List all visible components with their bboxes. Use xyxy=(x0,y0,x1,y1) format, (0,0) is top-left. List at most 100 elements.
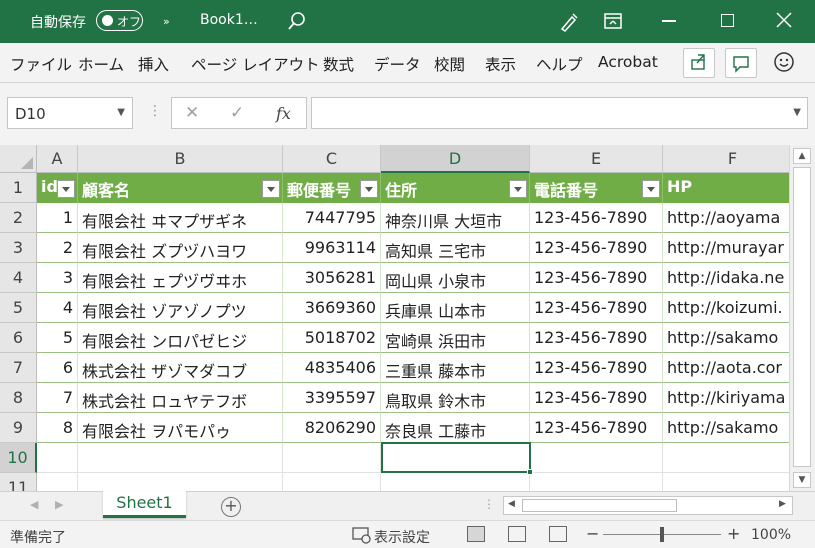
feedback-smiley-icon[interactable] xyxy=(773,51,795,76)
table-cell[interactable]: 有限会社 ズプヅハヨワ xyxy=(78,233,283,263)
scroll-up-icon[interactable]: ▲ xyxy=(793,148,811,164)
formula-input[interactable]: ▼ xyxy=(311,97,808,129)
row-header-11[interactable]: 11 xyxy=(0,473,37,491)
table-cell[interactable]: 3 xyxy=(37,263,78,293)
tab-home[interactable]: ホーム xyxy=(78,53,124,75)
vertical-scroll-thumb[interactable] xyxy=(793,167,811,467)
table-cell[interactable]: 2 xyxy=(37,233,78,263)
select-all-corner[interactable] xyxy=(0,145,37,173)
drag-handle-icon[interactable]: ⋮ xyxy=(148,103,162,119)
column-header-b[interactable]: B xyxy=(78,145,283,173)
empty-cell[interactable] xyxy=(381,473,530,491)
table-cell[interactable]: http://aota.cor xyxy=(663,353,789,383)
table-cell[interactable]: 123-456-7890 xyxy=(530,323,663,353)
table-cell[interactable]: 7 xyxy=(37,383,78,413)
table-cell[interactable]: 株式会社 ザゾマダコブ xyxy=(78,353,283,383)
table-cell[interactable]: 123-456-7890 xyxy=(530,413,663,443)
scroll-down-icon[interactable]: ▼ xyxy=(793,472,811,488)
customize-qat-icon[interactable]: » xyxy=(163,14,170,30)
cancel-icon[interactable]: ✕ xyxy=(185,103,199,123)
column-header-e[interactable]: E xyxy=(530,145,663,173)
table-cell[interactable]: http://murayar xyxy=(663,233,789,263)
tab-split-handle-icon[interactable]: ⋮ xyxy=(483,497,495,511)
table-cell[interactable]: 3669360 xyxy=(283,293,381,323)
close-icon[interactable] xyxy=(774,10,794,33)
table-cell[interactable]: 有限会社 ヰマプザギネ xyxy=(78,203,283,233)
maximize-icon[interactable] xyxy=(721,14,734,27)
table-cell[interactable]: 株式会社 ロュヤテフボ xyxy=(78,383,283,413)
zoom-slider-handle[interactable] xyxy=(660,527,664,542)
filter-dropdown-icon[interactable] xyxy=(509,180,527,198)
table-header-cell[interactable]: 住所 xyxy=(381,173,530,203)
empty-cell[interactable] xyxy=(663,443,789,473)
insert-function-icon[interactable]: fx xyxy=(276,104,291,123)
page-break-view-icon[interactable] xyxy=(549,526,567,542)
table-cell[interactable]: 奈良県 工藤市 xyxy=(381,413,530,443)
coauthor-pen-icon[interactable] xyxy=(558,11,580,36)
filter-dropdown-icon[interactable] xyxy=(57,180,75,198)
empty-cell[interactable] xyxy=(283,443,381,473)
add-sheet-icon[interactable]: + xyxy=(221,497,241,517)
empty-cell[interactable] xyxy=(283,473,381,491)
table-cell[interactable]: http://aoyama xyxy=(663,203,789,233)
prev-sheet-icon[interactable]: ◀ xyxy=(30,498,38,511)
tab-page-layout[interactable]: ページ レイアウト xyxy=(191,53,320,75)
zoom-in-icon[interactable]: + xyxy=(727,524,740,543)
chevron-down-icon[interactable]: ▼ xyxy=(117,107,125,118)
row-header-5[interactable]: 5 xyxy=(0,293,37,323)
fill-handle[interactable] xyxy=(527,469,533,475)
column-header-a[interactable]: A xyxy=(37,145,78,173)
tab-formulas[interactable]: 数式 xyxy=(323,53,354,75)
row-header-1[interactable]: 1 xyxy=(0,173,37,203)
column-header-d[interactable]: D xyxy=(381,145,530,173)
ribbon-display-icon[interactable] xyxy=(603,12,623,33)
table-cell[interactable]: 7447795 xyxy=(283,203,381,233)
table-cell[interactable]: http://kiriyama xyxy=(663,383,789,413)
row-header-4[interactable]: 4 xyxy=(0,263,37,293)
table-header-cell[interactable]: id xyxy=(37,173,78,203)
table-cell[interactable]: 4835406 xyxy=(283,353,381,383)
row-header-6[interactable]: 6 xyxy=(0,323,37,353)
table-cell[interactable]: 3056281 xyxy=(283,263,381,293)
table-cell[interactable]: 8206290 xyxy=(283,413,381,443)
enter-icon[interactable]: ✓ xyxy=(230,103,244,123)
table-cell[interactable]: 123-456-7890 xyxy=(530,383,663,413)
table-header-cell[interactable]: HP xyxy=(663,173,789,203)
scroll-right-icon[interactable]: ▶ xyxy=(779,499,786,509)
tab-view[interactable]: 表示 xyxy=(485,53,516,75)
tab-review[interactable]: 校閲 xyxy=(434,53,465,75)
search-icon[interactable] xyxy=(287,11,307,34)
table-header-cell[interactable]: 電話番号 xyxy=(530,173,663,203)
zoom-out-icon[interactable]: − xyxy=(586,524,599,543)
empty-cell[interactable] xyxy=(663,473,789,491)
scroll-left-icon[interactable]: ◀ xyxy=(508,499,515,509)
table-cell[interactable]: 6 xyxy=(37,353,78,383)
horizontal-scrollbar[interactable]: ◀ ▶ xyxy=(503,496,793,515)
table-cell[interactable]: 神奈川県 大垣市 xyxy=(381,203,530,233)
table-cell[interactable]: 岡山県 小泉市 xyxy=(381,263,530,293)
tab-insert[interactable]: 挿入 xyxy=(138,53,169,75)
table-cell[interactable]: 123-456-7890 xyxy=(530,263,663,293)
share-button[interactable] xyxy=(683,48,715,78)
tab-acrobat[interactable]: Acrobat xyxy=(598,53,658,71)
empty-cell[interactable] xyxy=(37,443,78,473)
empty-cell[interactable] xyxy=(78,443,283,473)
minimize-icon[interactable] xyxy=(662,20,676,22)
table-cell[interactable]: 有限会社 ゾアゾノプツ xyxy=(78,293,283,323)
display-settings-icon[interactable] xyxy=(352,526,372,548)
name-box[interactable]: D10 ▼ xyxy=(7,97,133,129)
table-cell[interactable]: 5 xyxy=(37,323,78,353)
row-header-8[interactable]: 8 xyxy=(0,383,37,413)
vertical-scrollbar[interactable]: ▲ ▼ xyxy=(789,145,815,491)
table-cell[interactable]: 4 xyxy=(37,293,78,323)
table-cell[interactable]: http://koizumi. xyxy=(663,293,789,323)
row-header-2[interactable]: 2 xyxy=(0,203,37,233)
table-cell[interactable]: 有限会社 ンロパゼヒジ xyxy=(78,323,283,353)
table-header-cell[interactable]: 郵便番号 xyxy=(283,173,381,203)
autosave-toggle[interactable]: オフ xyxy=(96,10,143,31)
row-header-3[interactable]: 3 xyxy=(0,233,37,263)
tab-file[interactable]: ファイル xyxy=(10,53,72,75)
row-header-9[interactable]: 9 xyxy=(0,413,37,443)
table-cell[interactable]: 有限会社 ヲパモパゥ xyxy=(78,413,283,443)
table-cell[interactable]: 1 xyxy=(37,203,78,233)
